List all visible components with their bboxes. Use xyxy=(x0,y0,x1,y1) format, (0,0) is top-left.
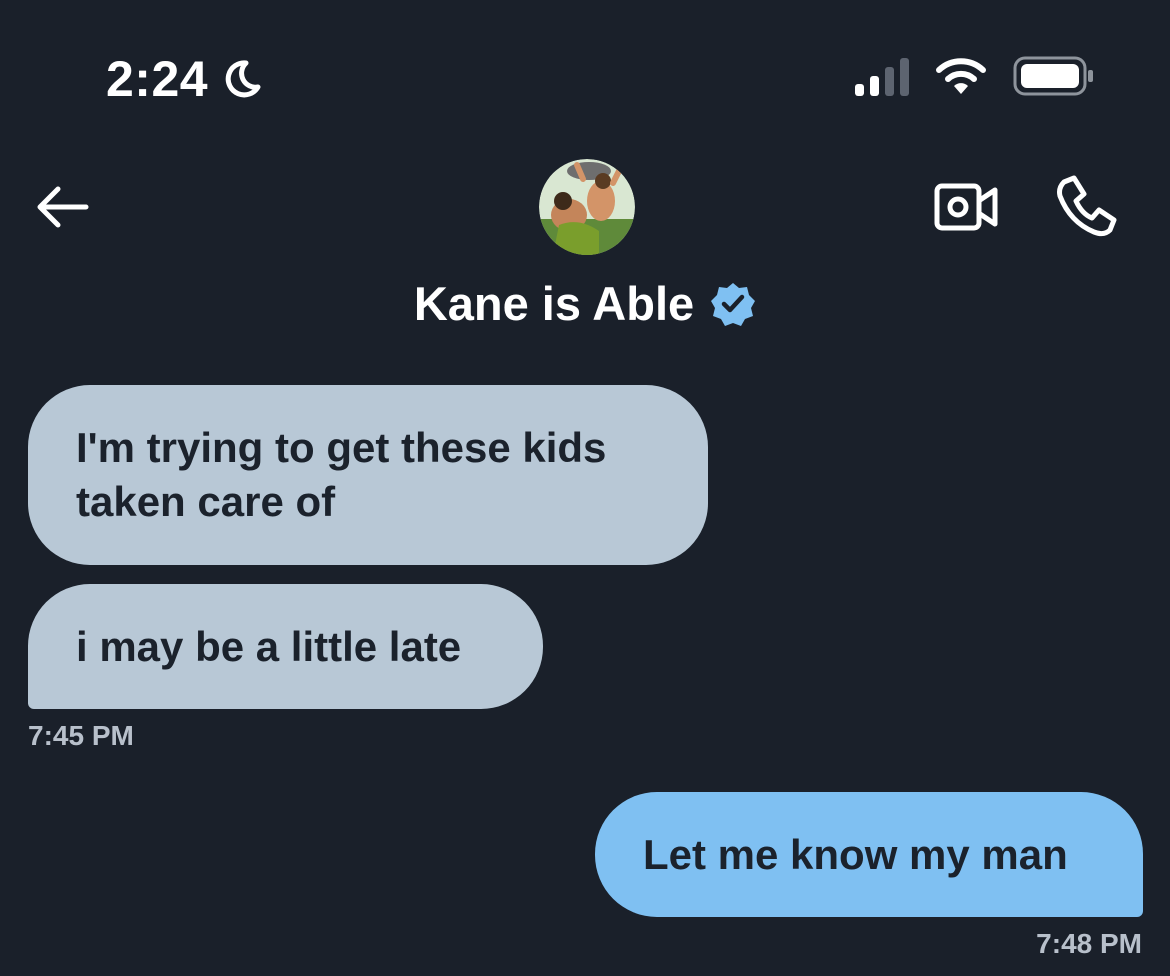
incoming-message-bubble[interactable]: i may be a little late xyxy=(28,584,543,709)
status-time: 2:24 xyxy=(106,50,262,108)
phone-call-icon[interactable] xyxy=(1054,174,1118,238)
verified-badge-icon xyxy=(711,282,756,326)
incoming-message-bubble[interactable]: I'm trying to get these kids taken care … xyxy=(28,385,708,565)
message-text: Let me know my man xyxy=(643,830,1068,878)
message-text: I'm trying to get these kids taken care … xyxy=(76,424,607,525)
moon-icon xyxy=(225,60,261,98)
contact-name-row[interactable]: Kane is Able xyxy=(0,276,1170,331)
outgoing-message-bubble[interactable]: Let me know my man xyxy=(595,792,1143,917)
contact-avatar[interactable] xyxy=(539,159,635,255)
outgoing-timestamp: 7:48 PM xyxy=(1036,928,1142,959)
battery-icon xyxy=(1013,56,1093,96)
contact-name: Kane is Able xyxy=(413,277,695,330)
clock-text: 2:24 xyxy=(106,51,209,107)
video-call-icon[interactable] xyxy=(934,180,998,234)
status-icons xyxy=(855,56,1095,96)
signal-icon xyxy=(855,56,909,96)
back-arrow-icon[interactable] xyxy=(34,183,90,231)
incoming-timestamp: 7:45 PM xyxy=(28,720,134,751)
dm-conversation-screen: 2:24 Kane is Able I'm trying to get thes… xyxy=(0,0,1170,976)
message-text: i may be a little late xyxy=(76,622,462,670)
wifi-icon xyxy=(936,58,986,94)
